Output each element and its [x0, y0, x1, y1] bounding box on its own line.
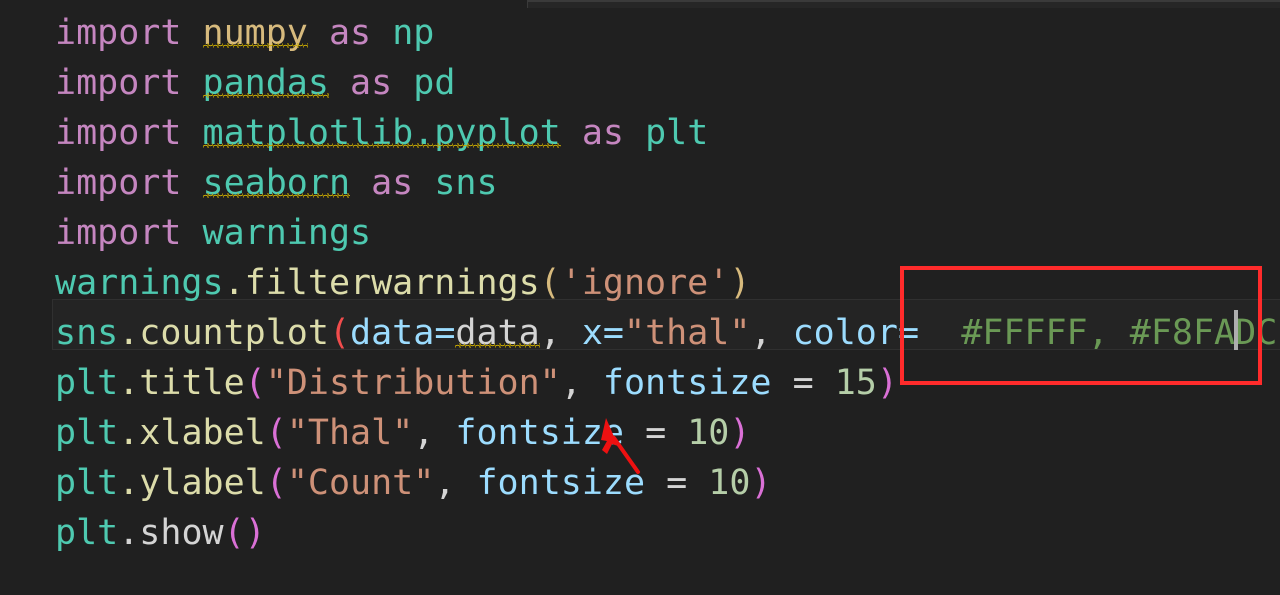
token-param-x: x= — [581, 313, 624, 353]
code-line-filterwarnings[interactable]: warnings.filterwarnings('ignore') — [55, 258, 750, 308]
token-alias-sns: sns — [434, 163, 498, 203]
token-param-fontsize: fontsize — [455, 413, 624, 453]
token-module-matplotlib-pyplot: matplotlib.pyplot — [202, 113, 561, 153]
token-module-pandas: pandas — [202, 63, 329, 103]
token-comma: , — [560, 363, 603, 403]
token-function-filterwarnings: filterwarnings — [244, 263, 540, 303]
text-caret — [1234, 310, 1238, 350]
token-module-numpy: numpy — [202, 13, 308, 53]
token-dot: . — [118, 313, 140, 353]
inline-suggestion-text[interactable]: #FFFFF, #F8FADC) — [961, 313, 1280, 353]
code-line-ylabel[interactable]: plt.ylabel("Count", fontsize = 10) — [55, 458, 772, 508]
token-paren-open: ( — [539, 263, 561, 303]
token-dot: . — [223, 263, 245, 303]
token-paren-close: ) — [750, 463, 772, 503]
code-line-countplot[interactable]: sns.countplot(data=data, x="thal", color… — [55, 308, 1280, 358]
editor-panel-edge — [527, 0, 1280, 8]
token-alias-pd: pd — [413, 63, 456, 103]
token-object-plt: plt — [55, 463, 119, 503]
token-keyword-as: as — [371, 163, 414, 203]
token-paren-open: ( — [265, 413, 287, 453]
token-function-title: title — [139, 363, 245, 403]
token-equals: = — [792, 363, 814, 403]
token-dot: . — [118, 463, 140, 503]
token-number-15: 15 — [834, 363, 877, 403]
token-object-warnings: warnings — [55, 263, 224, 303]
code-line-import-pyplot[interactable]: import matplotlib.pyplot as plt — [55, 108, 708, 158]
code-line-import-warnings[interactable]: import warnings — [55, 208, 371, 258]
token-param-fontsize: fontsize — [476, 463, 646, 503]
token-keyword-import: import — [55, 213, 182, 253]
token-module-warnings: warnings — [202, 213, 372, 253]
token-keyword-as: as — [581, 113, 624, 153]
token-module-seaborn: seaborn — [202, 163, 351, 203]
token-value-data: data — [455, 313, 540, 353]
token-keyword-as: as — [328, 13, 372, 53]
token-param-data: data= — [350, 313, 456, 353]
token-keyword-import: import — [55, 163, 182, 203]
token-string-count: "Count" — [286, 463, 435, 503]
code-line-import-seaborn[interactable]: import seaborn as sns — [55, 158, 498, 208]
token-equals: = — [666, 463, 688, 503]
token-paren-open: ( — [223, 513, 245, 553]
token-object-plt: plt — [55, 363, 119, 403]
token-param-color: color= — [792, 313, 920, 353]
token-paren-open: ( — [265, 463, 287, 503]
token-function-countplot: countplot — [139, 313, 329, 353]
token-equals: = — [645, 413, 667, 453]
token-dot: . — [118, 413, 140, 453]
token-comma: , — [750, 313, 793, 353]
token-object-plt: plt — [55, 513, 119, 553]
editor-screen: import numpy as np import pandas as pd i… — [0, 0, 1280, 595]
token-alias-np: np — [392, 13, 435, 53]
token-keyword-as: as — [350, 63, 393, 103]
token-keyword-import: import — [55, 113, 182, 153]
token-string-thal: "thal" — [624, 313, 751, 353]
token-string-distribution: "Distribution" — [265, 363, 561, 403]
token-keyword-import: import — [55, 13, 182, 53]
token-function-xlabel: xlabel — [139, 413, 266, 453]
code-line-xlabel[interactable]: plt.xlabel("Thal", fontsize = 10) — [55, 408, 750, 458]
token-object-sns: sns — [55, 313, 119, 353]
code-line-show[interactable]: plt.show() — [55, 508, 266, 558]
token-string-ignore: 'ignore' — [560, 263, 730, 303]
token-comma: , — [434, 463, 477, 503]
code-line-import-pandas[interactable]: import pandas as pd — [55, 58, 455, 108]
token-paren-close: ) — [876, 363, 898, 403]
token-number-10: 10 — [708, 463, 751, 503]
token-string-thal-cap: "Thal" — [286, 413, 414, 453]
token-keyword-import: import — [55, 63, 182, 103]
token-dot: . — [118, 513, 140, 553]
token-object-plt: plt — [55, 413, 119, 453]
code-line-title[interactable]: plt.title("Distribution", fontsize = 15) — [55, 358, 898, 408]
token-paren-close: ) — [244, 513, 266, 553]
token-paren-close: ) — [729, 413, 751, 453]
token-paren-close: ) — [729, 263, 751, 303]
token-param-fontsize: fontsize — [602, 363, 772, 403]
token-paren-open-error: ( — [328, 313, 351, 353]
token-function-show: show — [139, 513, 224, 553]
code-line-import-numpy[interactable]: import numpy as np — [55, 8, 434, 58]
token-dot: . — [118, 363, 140, 403]
token-function-ylabel: ylabel — [139, 463, 266, 503]
token-paren-open: ( — [244, 363, 266, 403]
token-alias-plt: plt — [645, 113, 709, 153]
code-editor-area[interactable]: import numpy as np import pandas as pd i… — [0, 8, 1280, 595]
token-comma: , — [413, 413, 456, 453]
token-number-10: 10 — [687, 413, 730, 453]
token-comma: , — [539, 313, 582, 353]
